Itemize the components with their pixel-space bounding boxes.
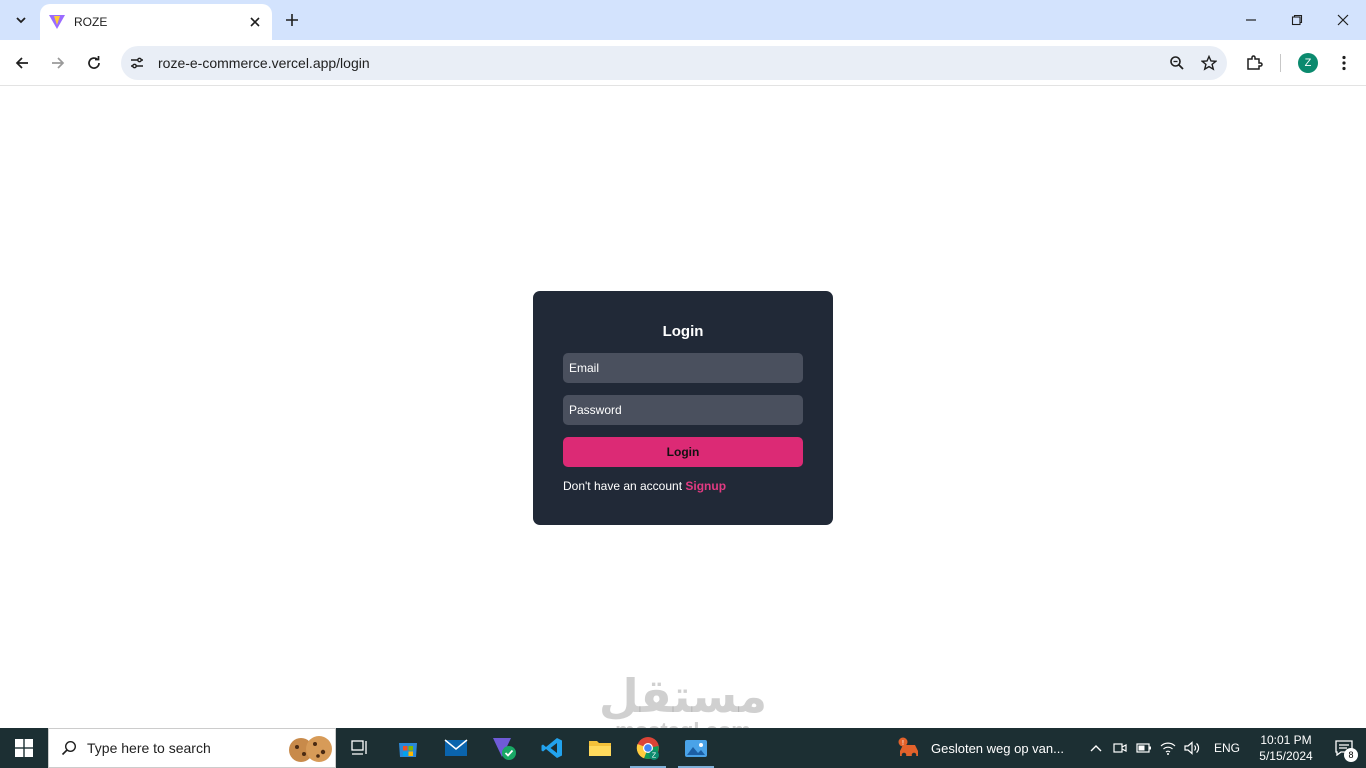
system-tray: ! Gesloten weg op van... ENG 10:01 PM 5/… <box>897 728 1366 768</box>
input-language[interactable]: ENG <box>1214 741 1240 755</box>
battery-button[interactable] <box>1132 728 1156 768</box>
site-info-button[interactable] <box>124 50 150 76</box>
volume-button[interactable] <box>1180 728 1204 768</box>
puzzle-icon <box>1247 55 1263 70</box>
browser-tabstrip: ROZE <box>0 0 1366 40</box>
news-weather-widget[interactable]: ! Gesloten weg op van... <box>897 737 1064 759</box>
tab-title: ROZE <box>74 15 108 29</box>
login-title: Login <box>662 323 704 340</box>
avatar: Z <box>1298 53 1318 73</box>
zoom-icon <box>1170 56 1184 70</box>
photos-app[interactable] <box>672 728 720 768</box>
arrow-right-icon <box>52 57 65 69</box>
folder-icon <box>589 741 611 756</box>
bookmark-button[interactable] <box>1195 49 1223 77</box>
profile-button[interactable]: Z <box>1295 50 1321 76</box>
traffic-alert-icon: ! <box>898 737 918 758</box>
cookies-icon <box>289 736 332 762</box>
photos-icon <box>685 740 707 757</box>
clock-date: 5/15/2024 <box>1259 749 1313 763</box>
network-button[interactable] <box>1156 728 1180 768</box>
vscode-app[interactable] <box>528 728 576 768</box>
vscode-icon <box>541 738 562 758</box>
forward-button[interactable] <box>45 50 71 76</box>
url-text: roze-e-commerce.vercel.app/login <box>158 55 370 71</box>
close-icon <box>1337 14 1349 26</box>
close-window-button[interactable] <box>1320 0 1366 40</box>
start-button[interactable] <box>0 728 48 768</box>
battery-icon <box>1136 743 1151 753</box>
mail-app[interactable] <box>432 728 480 768</box>
signup-prompt-text: Don't have an account <box>563 479 683 493</box>
clock-time: 10:01 PM <box>1260 733 1312 747</box>
reload-button[interactable] <box>81 50 107 76</box>
email-field[interactable]: Email <box>563 353 803 383</box>
star-icon <box>1201 55 1217 71</box>
close-icon <box>250 17 260 27</box>
task-view-button[interactable] <box>336 728 384 768</box>
mail-icon <box>444 739 468 756</box>
chevron-up-icon <box>1090 745 1102 752</box>
restore-icon <box>1291 14 1303 26</box>
store-icon <box>399 743 417 757</box>
window-controls <box>1228 0 1366 40</box>
arrow-left-icon <box>15 57 28 69</box>
tab-search-button[interactable] <box>8 7 34 33</box>
new-tab-button[interactable] <box>281 9 303 31</box>
search-placeholder: Type here to search <box>87 740 211 756</box>
vite-favicon-icon <box>49 15 65 29</box>
login-card: Login Email Password Login Don't have an… <box>533 291 833 525</box>
show-hidden-icons-button[interactable] <box>1084 728 1108 768</box>
password-field[interactable]: Password <box>563 395 803 425</box>
task-view-icon <box>351 740 367 755</box>
chrome-app[interactable]: Z <box>624 728 672 768</box>
login-button[interactable]: Login <box>563 437 803 467</box>
page-content: Login Email Password Login Don't have an… <box>0 87 1366 742</box>
meet-now-button[interactable] <box>1108 728 1132 768</box>
restore-button[interactable] <box>1274 0 1320 40</box>
svg-text:Z: Z <box>652 753 657 760</box>
shield-check-icon <box>493 738 516 760</box>
address-bar[interactable]: roze-e-commerce.vercel.app/login <box>121 46 1227 80</box>
news-weather-text: Gesloten weg op van... <box>931 740 1064 756</box>
clock[interactable]: 10:01 PM 5/15/2024 <box>1250 732 1322 764</box>
wifi-icon <box>1160 742 1176 755</box>
tab-close-button[interactable] <box>246 13 264 31</box>
tune-icon <box>131 57 143 69</box>
notification-center-button[interactable]: 8 <box>1322 728 1366 768</box>
chevron-down-icon <box>16 17 26 24</box>
file-explorer-app[interactable] <box>576 728 624 768</box>
watermark-arabic: مستقل <box>598 669 768 723</box>
reload-icon <box>88 56 100 69</box>
store-app[interactable] <box>384 728 432 768</box>
taskbar-search-box[interactable]: Type here to search <box>48 728 336 768</box>
speaker-icon <box>1184 741 1200 755</box>
signup-link[interactable]: Signup <box>685 479 726 493</box>
plus-icon <box>286 14 298 26</box>
zoom-button[interactable] <box>1163 49 1191 77</box>
search-icon <box>61 740 77 756</box>
windows-logo-icon <box>15 739 33 757</box>
back-button[interactable] <box>9 50 35 76</box>
extensions-button[interactable] <box>1241 50 1267 76</box>
minimize-icon <box>1246 19 1256 21</box>
minimize-button[interactable] <box>1228 0 1274 40</box>
camera-icon <box>1113 743 1127 753</box>
svg-text:!: ! <box>902 740 904 747</box>
more-vertical-icon <box>1342 55 1346 71</box>
browser-toolbar: roze-e-commerce.vercel.app/login Z <box>0 40 1366 86</box>
vpn-app[interactable] <box>480 728 528 768</box>
chrome-icon: Z <box>636 737 659 760</box>
notification-badge: 8 <box>1344 748 1358 762</box>
menu-button[interactable] <box>1331 50 1357 76</box>
toolbar-divider <box>1280 54 1281 72</box>
signup-prompt: Don't have an account Signup <box>563 479 803 493</box>
browser-tab[interactable]: ROZE <box>40 4 272 40</box>
